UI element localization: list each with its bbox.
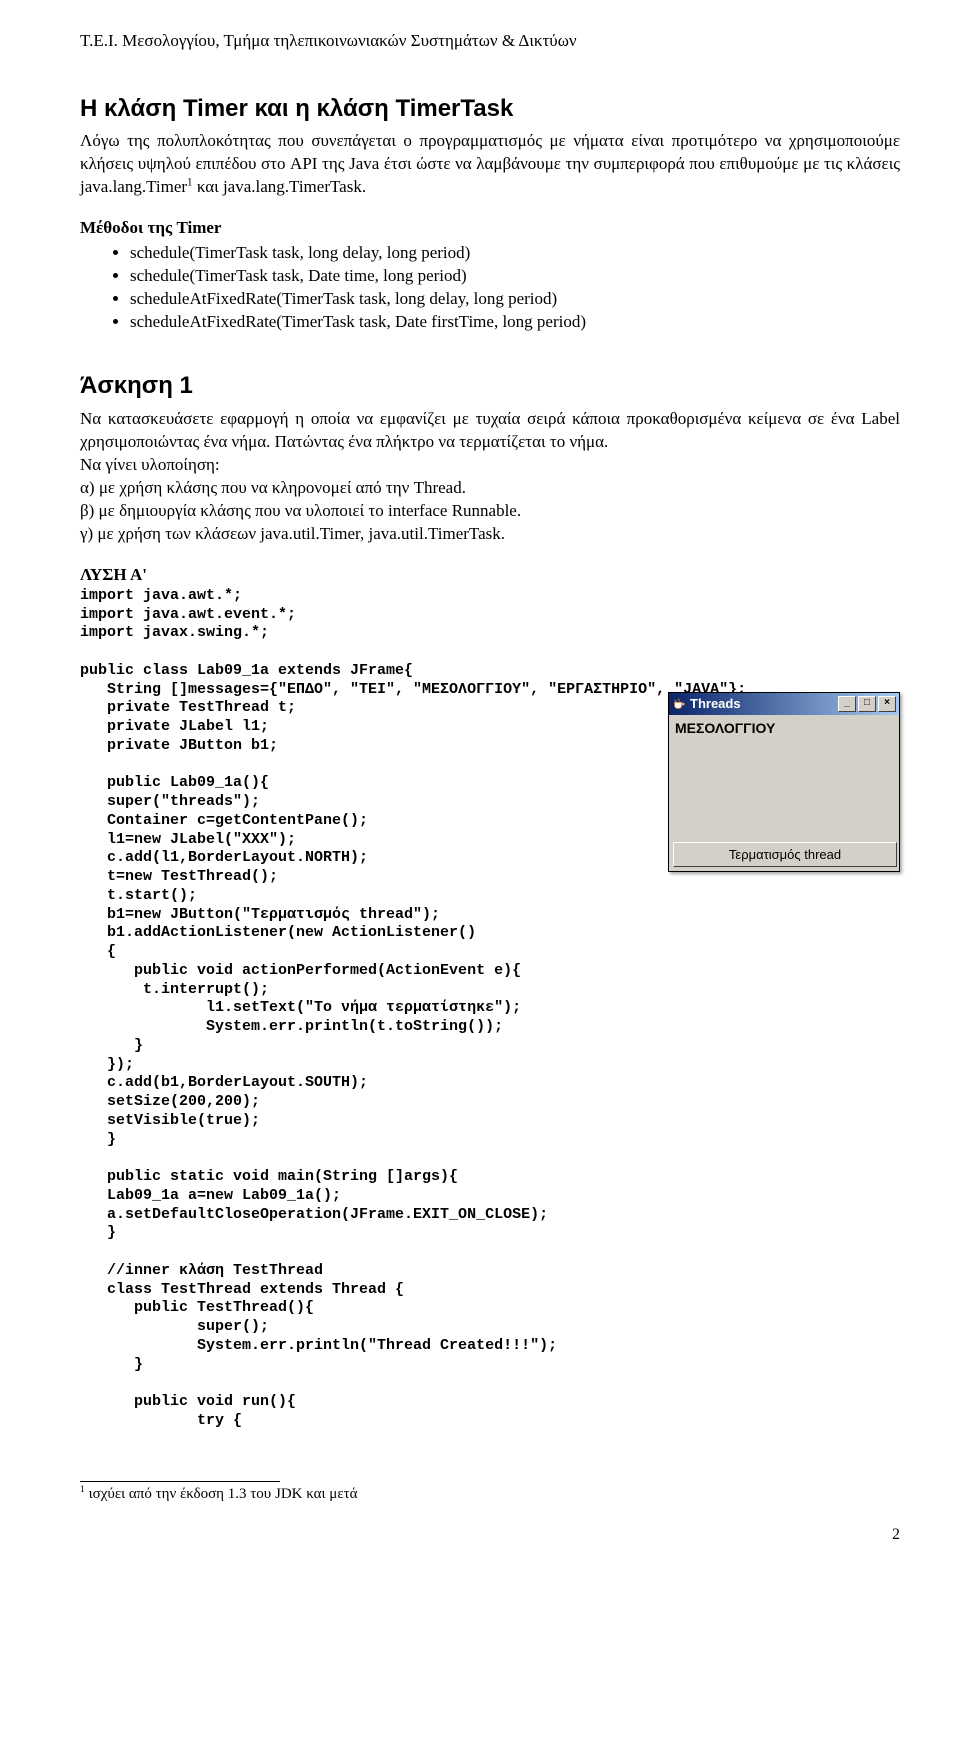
footnote-text: 1 ισχύει από την έκδοση 1.3 του JDK και … bbox=[80, 1484, 900, 1504]
section-heading-timer: Η κλάση Timer και η κλάση TimerTask bbox=[80, 93, 900, 125]
method-item: scheduleAtFixedRate(TimerTask task, long… bbox=[130, 288, 900, 311]
solution-label: ΛΥΣΗ Α' bbox=[80, 564, 900, 587]
exercise-description: Να κατασκευάσετε εφαρμογή η οποία να εμφ… bbox=[80, 408, 900, 454]
method-item: schedule(TimerTask task, Date time, long… bbox=[130, 265, 900, 288]
window-body-label: ΜΕΣΟΛΟΓΓΙΟΥ bbox=[669, 715, 899, 838]
footnote-body: ισχύει από την έκδοση 1.3 του JDK και με… bbox=[89, 1486, 358, 1502]
window-title: Threads bbox=[690, 695, 741, 713]
method-item: schedule(TimerTask task, long delay, lon… bbox=[130, 242, 900, 265]
method-item: scheduleAtFixedRate(TimerTask task, Date… bbox=[130, 311, 900, 334]
java-cup-icon bbox=[672, 697, 686, 711]
methods-list: schedule(TimerTask task, long delay, lon… bbox=[80, 242, 900, 334]
embedded-window-threads: Threads _ □ × ΜΕΣΟΛΟΓΓΙΟΥ Τερματισμός th… bbox=[668, 692, 900, 872]
window-maximize-button[interactable]: □ bbox=[858, 696, 876, 712]
exercise-heading: Άσκηση 1 bbox=[80, 370, 900, 402]
exercise-option-c: γ) με χρήση των κλάσεων java.util.Timer,… bbox=[80, 523, 900, 546]
exercise-impl-line: Να γίνει υλοποίηση: bbox=[80, 454, 900, 477]
terminate-thread-button[interactable]: Τερματισμός thread bbox=[673, 842, 897, 868]
page-header: Τ.Ε.Ι. Μεσολογγίου, Τμήμα τηλεπικοινωνια… bbox=[80, 30, 900, 53]
page-number: 2 bbox=[80, 1524, 900, 1546]
exercise-option-b: β) με δημιουργία κλάσης που να υλοποιεί … bbox=[80, 500, 900, 523]
window-minimize-button[interactable]: _ bbox=[838, 696, 856, 712]
window-titlebar[interactable]: Threads _ □ × bbox=[669, 693, 899, 715]
intro-paragraph: Λόγω της πολυπλοκότητας που συνεπάγεται … bbox=[80, 130, 900, 199]
footnote-divider bbox=[80, 1481, 280, 1482]
exercise-option-a: α) με χρήση κλάσης που να κληρονομεί από… bbox=[80, 477, 900, 500]
window-close-button[interactable]: × bbox=[878, 696, 896, 712]
methods-heading: Μέθοδοι της Timer bbox=[80, 217, 900, 240]
footnote-marker: 1 bbox=[80, 1484, 85, 1495]
